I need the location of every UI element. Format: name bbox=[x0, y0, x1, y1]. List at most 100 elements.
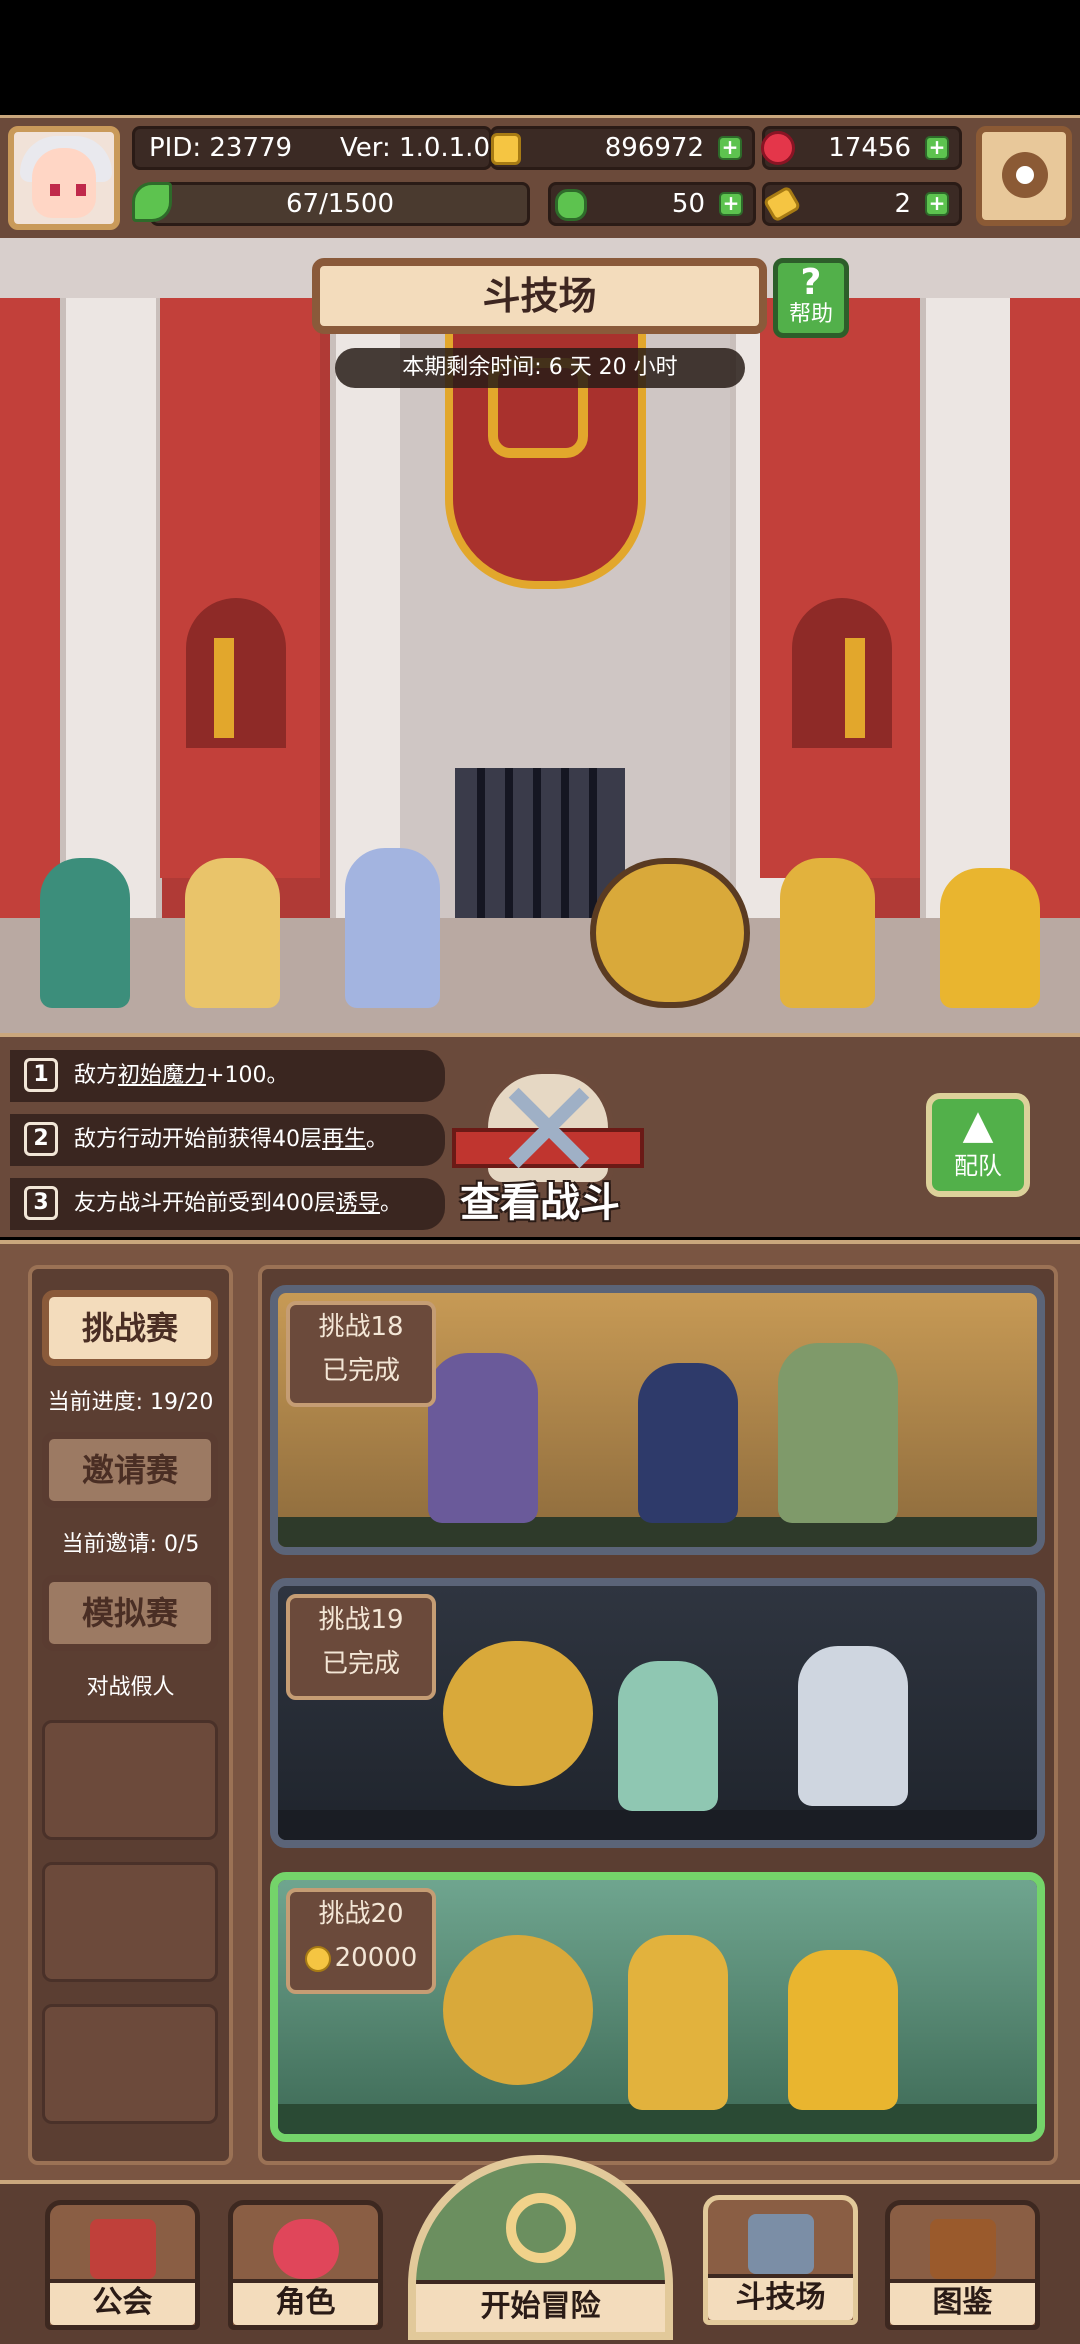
mode-invite-button[interactable]: 邀请赛 bbox=[42, 1432, 218, 1508]
clover-icon bbox=[555, 189, 587, 221]
challenge-status: 已完成 bbox=[321, 1356, 400, 1386]
player-info-pill: PID: 23779 Ver: 1.0.1.0 bbox=[132, 126, 492, 170]
opponent-character bbox=[778, 1343, 898, 1523]
guild-house-icon bbox=[90, 2219, 156, 2279]
opponent-character bbox=[638, 1363, 738, 1523]
mode-challenge-progress: 当前进度: 19/20 bbox=[47, 1390, 214, 1415]
enemy-golden-moon bbox=[590, 858, 750, 1008]
gold-coin-icon bbox=[304, 1945, 331, 1972]
add-gem-plus-icon[interactable]: + bbox=[925, 136, 949, 160]
rule-item-3: 3 友方战斗开始前受到400层诱导。 bbox=[10, 1178, 445, 1230]
reward-amount: 20000 bbox=[334, 1943, 418, 1973]
enemy-golden-character-3 bbox=[940, 868, 1040, 1008]
challenge-tag: 挑战18 已完成 bbox=[286, 1301, 436, 1407]
challenge-card-18[interactable]: 挑战18 已完成 bbox=[270, 1285, 1045, 1555]
view-battle-label[interactable]: 查看战斗 bbox=[430, 1170, 650, 1228]
ally-character-2 bbox=[185, 858, 280, 1008]
empty-mode-slot bbox=[42, 1720, 218, 1840]
stamina-bar: 67/1500 bbox=[150, 182, 530, 226]
settings-gear-button[interactable] bbox=[976, 126, 1072, 226]
gem-amount: 17456 bbox=[828, 133, 911, 163]
challenge-card-20[interactable]: 挑战20 20000 bbox=[270, 1872, 1045, 2142]
nav-codex-label: 图鉴 bbox=[890, 2279, 1035, 2325]
mode-invite-progress: 当前邀请: 0/5 bbox=[61, 1532, 200, 1557]
arena-title: 斗技场 bbox=[312, 258, 767, 334]
nav-codex[interactable]: 图鉴 bbox=[885, 2200, 1040, 2330]
key-pill: 2 + bbox=[762, 182, 962, 226]
book-icon bbox=[930, 2219, 996, 2279]
clover-pill: 50 + bbox=[548, 182, 756, 226]
team-icon: ▲ bbox=[962, 1102, 994, 1148]
challenge-name: 挑战19 bbox=[318, 1605, 404, 1635]
opponent-character bbox=[798, 1646, 908, 1806]
magnifier-icon bbox=[506, 2193, 576, 2263]
game-version: Ver: 1.0.1.0 bbox=[340, 133, 490, 163]
red-gem-icon bbox=[761, 131, 795, 165]
mode-challenge-button[interactable]: 挑战赛 bbox=[42, 1290, 218, 1366]
key-icon bbox=[762, 185, 802, 223]
rule-text: 友方战斗开始前受到400层 bbox=[74, 1191, 336, 1216]
rule-number: 2 bbox=[24, 1122, 58, 1156]
opponent-character bbox=[788, 1950, 898, 2110]
start-adventure-label: 开始冒险 bbox=[416, 2280, 665, 2332]
rule-item-1: 1 敌方初始魔力+100。 bbox=[10, 1050, 445, 1102]
player-id: PID: 23779 bbox=[149, 133, 293, 163]
rule-keyword[interactable]: 诱导 bbox=[336, 1191, 380, 1216]
nav-character-label: 角色 bbox=[233, 2279, 378, 2325]
nav-guild[interactable]: 公会 bbox=[45, 2200, 200, 2330]
team-label: 配队 bbox=[954, 1152, 1002, 1180]
add-clover-plus-icon[interactable]: + bbox=[719, 192, 743, 216]
challenge-tag: 挑战19 已完成 bbox=[286, 1594, 436, 1700]
key-amount: 2 bbox=[894, 189, 911, 219]
gold-coin-icon bbox=[491, 133, 521, 165]
team-setup-button[interactable]: ▲ 配队 bbox=[926, 1093, 1030, 1197]
ally-character-3 bbox=[345, 848, 440, 1008]
stamina-leaf-icon bbox=[132, 182, 172, 222]
opponent-character bbox=[628, 1935, 728, 2110]
stamina-value: 67/1500 bbox=[285, 189, 394, 219]
season-timer: 本期剩余时间: 6 天 20 小时 bbox=[335, 348, 745, 388]
rule-number: 3 bbox=[24, 1186, 58, 1220]
empty-mode-slot bbox=[42, 2004, 218, 2124]
rule-text-end: 。 bbox=[366, 1127, 389, 1152]
rule-text-end: +100。 bbox=[206, 1063, 289, 1088]
empty-mode-slot bbox=[42, 1862, 218, 1982]
ally-character-1 bbox=[40, 858, 130, 1008]
character-face-icon bbox=[273, 2219, 339, 2279]
opponent-character bbox=[443, 1935, 593, 2085]
question-mark-icon: ? bbox=[800, 262, 822, 303]
nav-guild-label: 公会 bbox=[50, 2279, 195, 2325]
player-avatar[interactable] bbox=[8, 126, 120, 230]
challenge-card-19[interactable]: 挑战19 已完成 bbox=[270, 1578, 1045, 1848]
rule-item-2: 2 敌方行动开始前获得40层再生。 bbox=[10, 1114, 445, 1166]
gold-pill: 896972 + bbox=[490, 126, 755, 170]
add-gold-plus-icon[interactable]: + bbox=[718, 136, 742, 160]
add-key-plus-icon[interactable]: + bbox=[925, 192, 949, 216]
challenge-name: 挑战20 bbox=[318, 1899, 404, 1929]
mode-simulation-button[interactable]: 模拟赛 bbox=[42, 1575, 218, 1651]
challenge-name: 挑战18 bbox=[318, 1312, 404, 1342]
gold-amount: 896972 bbox=[604, 133, 704, 163]
crossed-swords-icon bbox=[748, 2214, 814, 2274]
enemy-golden-character-2 bbox=[780, 858, 875, 1008]
rule-text: 敌方行动开始前获得40层 bbox=[74, 1127, 322, 1152]
top-status-bar: PID: 23779 Ver: 1.0.1.0 896972 + 17456 +… bbox=[0, 115, 1080, 241]
challenge-reward: 20000 bbox=[290, 1936, 432, 1980]
rule-keyword[interactable]: 初始魔力 bbox=[118, 1063, 206, 1088]
clover-amount: 50 bbox=[671, 189, 705, 219]
gem-pill: 17456 + bbox=[761, 126, 962, 170]
rule-text: 敌方 bbox=[74, 1063, 119, 1088]
rule-keyword[interactable]: 再生 bbox=[322, 1127, 366, 1152]
nav-arena[interactable]: 斗技场 bbox=[703, 2195, 858, 2325]
rule-text-end: 。 bbox=[380, 1191, 403, 1216]
nav-character[interactable]: 角色 bbox=[228, 2200, 383, 2330]
help-button[interactable]: ? 帮助 bbox=[773, 258, 849, 338]
help-label: 帮助 bbox=[788, 302, 833, 327]
challenge-status: 已完成 bbox=[321, 1649, 400, 1679]
challenge-tag: 挑战20 20000 bbox=[286, 1888, 436, 1994]
opponent-character bbox=[443, 1641, 593, 1786]
nav-arena-label: 斗技场 bbox=[708, 2274, 853, 2320]
opponent-character bbox=[618, 1661, 718, 1811]
mode-simulation-desc: 对战假人 bbox=[86, 1675, 175, 1700]
rule-number: 1 bbox=[24, 1058, 58, 1092]
